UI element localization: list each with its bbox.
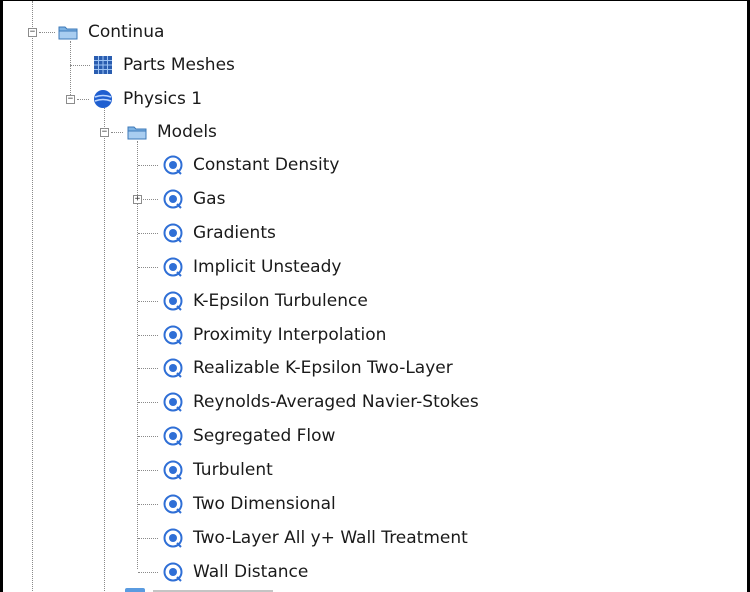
model-icon [163, 358, 183, 378]
tree-node-label: Two Dimensional [193, 494, 336, 514]
tree-connector [32, 1, 33, 592]
tree-node-continua[interactable]: Continua [58, 17, 164, 47]
tree-node-model[interactable]: Gradients [163, 218, 276, 248]
tree-node-cutoff [125, 588, 145, 592]
folder-icon [127, 126, 147, 140]
collapse-toggle[interactable]: − [28, 28, 37, 37]
tree-node-label: Gas [193, 189, 226, 209]
tree-connector [138, 470, 158, 471]
tree-connector [138, 368, 158, 369]
model-icon [163, 528, 183, 548]
model-icon [163, 494, 183, 514]
tree-connector [138, 436, 158, 437]
folder-icon [58, 26, 78, 40]
tree-node-model[interactable]: Proximity Interpolation [163, 320, 386, 350]
tree-connector [104, 103, 105, 592]
collapse-toggle[interactable]: − [66, 95, 75, 104]
tree-node-label: Realizable K-Epsilon Two-Layer [193, 358, 453, 378]
model-icon [163, 392, 183, 412]
tree-connector [77, 99, 89, 100]
tree-connector [70, 41, 71, 99]
tree-node-model[interactable]: Turbulent [163, 455, 273, 485]
tree-connector [138, 301, 158, 302]
tree-node-label: Implicit Unsteady [193, 257, 342, 277]
tree-node-model[interactable]: Two-Layer All y+ Wall Treatment [163, 523, 468, 553]
tree-node-model[interactable]: Wall Distance [163, 557, 308, 587]
tree-connector [70, 65, 90, 66]
model-icon [163, 325, 183, 345]
tree-node-model[interactable]: Reynolds-Averaged Navier-Stokes [163, 387, 479, 417]
tree-node-model[interactable]: Constant Density [163, 150, 339, 180]
tree-node-label: Physics 1 [123, 89, 203, 109]
tree-panel: − − − Continua Parts Meshes Physics 1 Mo [0, 0, 750, 592]
tree-connector [138, 538, 158, 539]
tree-connector [138, 572, 158, 573]
tree-connector [39, 32, 55, 33]
physics-sphere-icon [94, 90, 112, 108]
model-icon [163, 189, 183, 209]
tree-node-label: Two-Layer All y+ Wall Treatment [193, 528, 468, 548]
model-icon [163, 257, 183, 277]
tree-node-label: Parts Meshes [123, 55, 235, 75]
model-icon [163, 460, 183, 480]
model-icon [163, 155, 183, 175]
tree-connector [138, 402, 158, 403]
tree-node-model[interactable]: Realizable K-Epsilon Two-Layer [163, 353, 453, 383]
tree-connector [138, 233, 158, 234]
tree-node-parts-meshes[interactable]: Parts Meshes [93, 50, 235, 80]
tree-node-label: K-Epsilon Turbulence [193, 291, 368, 311]
tree-node-model[interactable]: Segregated Flow [163, 421, 335, 451]
tree-node-label: Segregated Flow [193, 426, 336, 446]
tree-node-model[interactable]: Implicit Unsteady [163, 252, 341, 282]
tree-connector [138, 267, 158, 268]
model-icon [163, 426, 183, 446]
tree-node-physics[interactable]: Physics 1 [93, 84, 202, 114]
tree-node-label: Turbulent [193, 460, 273, 480]
tree-node-model[interactable]: K-Epsilon Turbulence [163, 286, 368, 316]
model-icon [163, 223, 183, 243]
model-icon [163, 562, 183, 582]
tree-connector [138, 165, 158, 166]
tree-node-models[interactable]: Models [127, 117, 217, 147]
tree-node-model[interactable]: Gas [163, 184, 225, 214]
tree-connector [111, 132, 123, 133]
tree-node-model[interactable]: Two Dimensional [163, 489, 336, 519]
tree-node-label: Constant Density [193, 155, 340, 175]
expand-toggle[interactable]: + [133, 195, 142, 204]
collapse-toggle[interactable]: − [100, 128, 109, 137]
tree-connector [138, 504, 158, 505]
tree-node-label: Gradients [193, 223, 276, 243]
model-icon [163, 291, 183, 311]
tree-node-label: Models [157, 122, 217, 142]
tree-connector [138, 335, 158, 336]
tree-node-label: Reynolds-Averaged Navier-Stokes [193, 392, 479, 412]
mesh-grid-icon [94, 56, 112, 74]
tree-node-label: Continua [88, 22, 165, 42]
tree-node-label: Wall Distance [193, 562, 309, 582]
tree-node-label: Proximity Interpolation [193, 325, 387, 345]
